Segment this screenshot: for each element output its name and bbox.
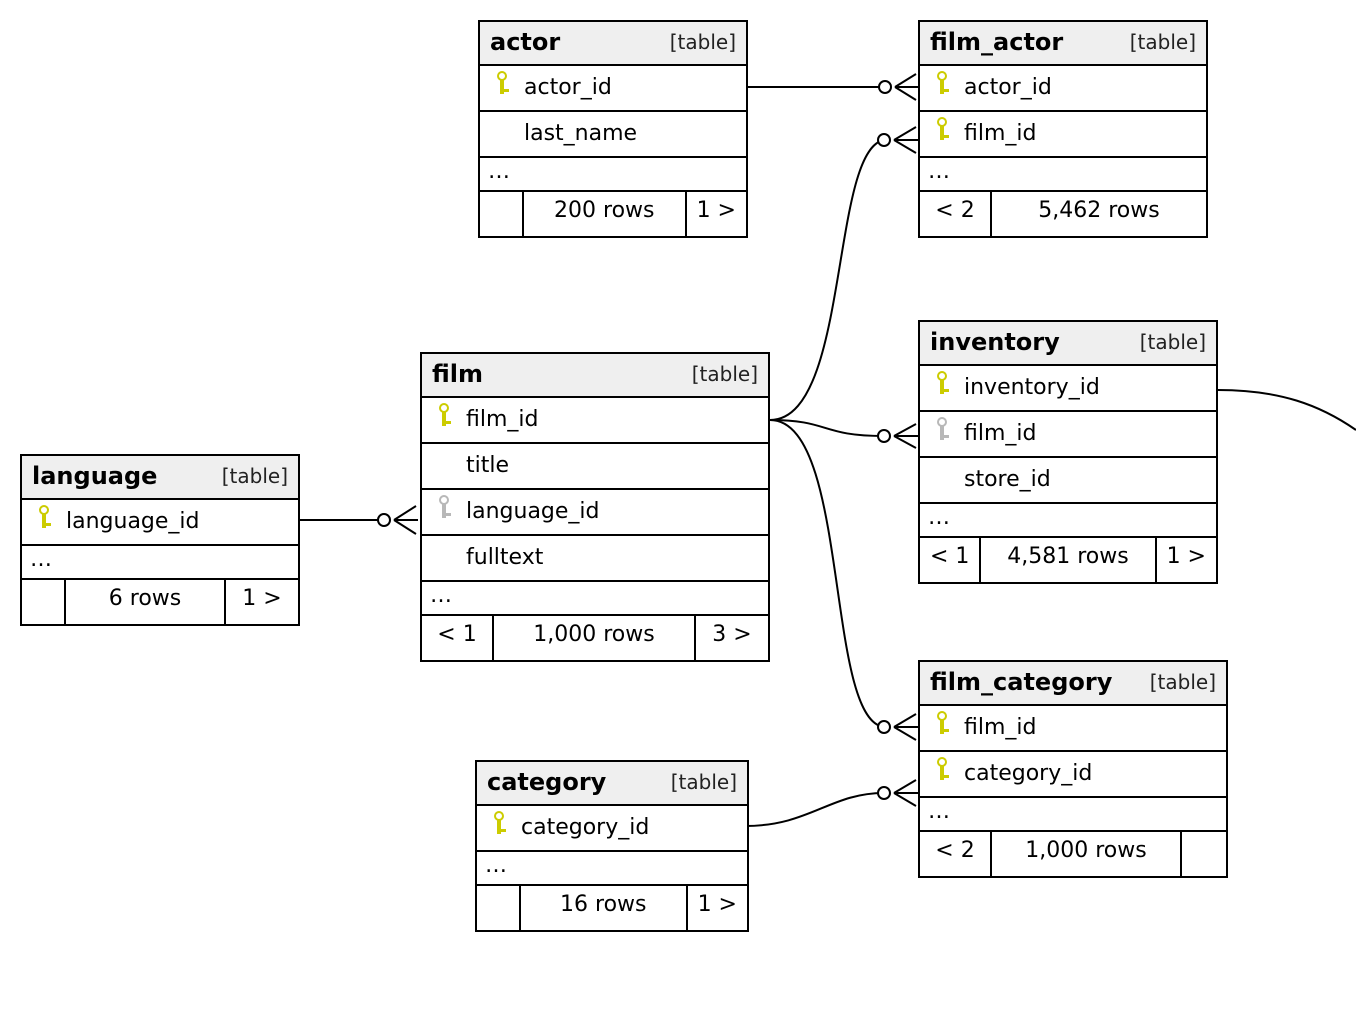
column-name: film_id — [958, 715, 1036, 740]
column-name: film_id — [460, 407, 538, 432]
in-refs: < 2 — [920, 832, 992, 876]
footer-blank — [1182, 832, 1226, 876]
table-film-category: film_category [table] film_id category_i… — [918, 660, 1228, 878]
table-name: language — [32, 462, 157, 490]
table-type-label: [table] — [670, 30, 736, 54]
footer-blank — [480, 192, 524, 236]
column-name: language_id — [460, 499, 600, 524]
ellipsis-row: … — [422, 582, 768, 616]
row-count: 4,581 rows — [981, 538, 1156, 582]
ellipsis-row: … — [477, 852, 747, 886]
primary-key-icon — [935, 117, 951, 143]
column-name: actor_id — [958, 75, 1052, 100]
column-name: actor_id — [518, 75, 612, 100]
row-count: 1,000 rows — [494, 616, 696, 660]
in-refs: < 1 — [920, 538, 981, 582]
column-name: category_id — [958, 761, 1092, 786]
column-row: film_id — [920, 112, 1206, 158]
table-name: film_category — [930, 668, 1112, 696]
row-count: 1,000 rows — [992, 832, 1182, 876]
table-name: film_actor — [930, 28, 1063, 56]
column-name: inventory_id — [958, 375, 1100, 400]
out-refs: 1 > — [688, 886, 747, 930]
column-row: inventory_id — [920, 366, 1216, 412]
column-name: language_id — [60, 509, 200, 534]
column-name: category_id — [515, 815, 649, 840]
table-category: category [table] category_id … 16 rows 1… — [475, 760, 749, 932]
primary-key-icon — [935, 757, 951, 783]
out-refs: 1 > — [226, 580, 298, 624]
column-name: title — [460, 453, 509, 478]
out-refs: 3 > — [696, 616, 768, 660]
table-type-label: [table] — [671, 770, 737, 794]
table-actor: actor [table] actor_id last_name … 200 r… — [478, 20, 748, 238]
table-type-label: [table] — [692, 362, 758, 386]
table-type-label: [table] — [1140, 330, 1206, 354]
column-row: title — [422, 444, 768, 490]
foreign-key-icon — [437, 495, 453, 521]
footer-blank — [477, 886, 521, 930]
table-film: film [table] film_id title language_id f… — [420, 352, 770, 662]
ellipsis-row: … — [480, 158, 746, 192]
ellipsis-row: … — [920, 504, 1216, 538]
footer-blank — [22, 580, 66, 624]
row-count: 16 rows — [521, 886, 688, 930]
table-inventory: inventory [table] inventory_id film_id s… — [918, 320, 1218, 584]
primary-key-icon — [37, 505, 53, 531]
primary-key-icon — [935, 711, 951, 737]
primary-key-icon — [437, 403, 453, 429]
ellipsis-row: … — [920, 798, 1226, 832]
column-name: film_id — [958, 121, 1036, 146]
column-row: store_id — [920, 458, 1216, 504]
table-name: film — [432, 360, 483, 388]
row-count: 5,462 rows — [992, 192, 1206, 236]
out-refs: 1 > — [1157, 538, 1216, 582]
column-name: fulltext — [460, 545, 543, 570]
column-name: store_id — [958, 467, 1051, 492]
column-row: film_id — [920, 412, 1216, 458]
column-row: film_id — [422, 398, 768, 444]
table-language: language [table] language_id … 6 rows 1 … — [20, 454, 300, 626]
column-row: actor_id — [480, 66, 746, 112]
table-type-label: [table] — [1150, 670, 1216, 694]
table-film-actor: film_actor [table] actor_id film_id … < … — [918, 20, 1208, 238]
column-row: film_id — [920, 706, 1226, 752]
column-row: fulltext — [422, 536, 768, 582]
primary-key-icon — [935, 71, 951, 97]
row-count: 6 rows — [66, 580, 226, 624]
column-name: last_name — [518, 121, 637, 146]
row-count: 200 rows — [524, 192, 687, 236]
column-row: language_id — [422, 490, 768, 536]
ellipsis-row: … — [920, 158, 1206, 192]
table-type-label: [table] — [222, 464, 288, 488]
column-row: language_id — [22, 500, 298, 546]
table-name: actor — [490, 28, 560, 56]
table-type-label: [table] — [1130, 30, 1196, 54]
primary-key-icon — [935, 371, 951, 397]
column-row: category_id — [920, 752, 1226, 798]
table-name: category — [487, 768, 606, 796]
in-refs: < 1 — [422, 616, 494, 660]
column-row: category_id — [477, 806, 747, 852]
table-name: inventory — [930, 328, 1060, 356]
in-refs: < 2 — [920, 192, 992, 236]
ellipsis-row: … — [22, 546, 298, 580]
column-row: last_name — [480, 112, 746, 158]
out-refs: 1 > — [687, 192, 746, 236]
column-row: actor_id — [920, 66, 1206, 112]
primary-key-icon — [492, 811, 508, 837]
foreign-key-icon — [935, 417, 951, 443]
column-name: film_id — [958, 421, 1036, 446]
primary-key-icon — [495, 71, 511, 97]
